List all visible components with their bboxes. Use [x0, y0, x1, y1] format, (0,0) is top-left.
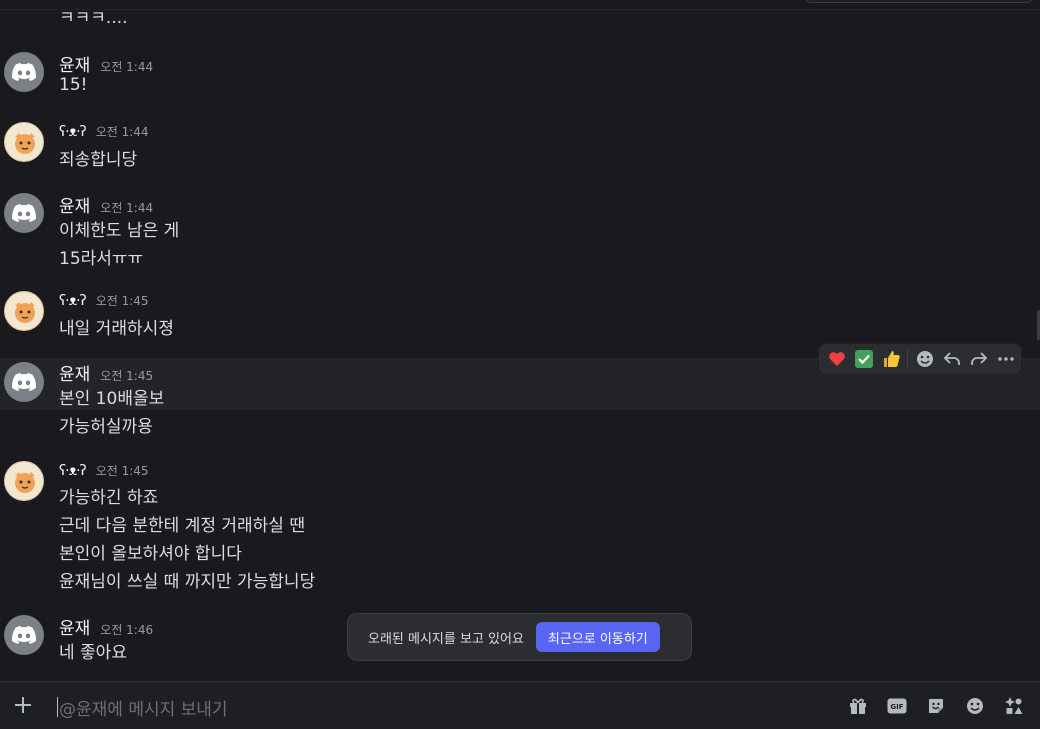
message-text: 이체한도 남은 게: [59, 221, 180, 241]
message-input[interactable]: @윤재에 메시지 보내기: [59, 695, 228, 720]
cat-avatar-icon[interactable]: [4, 291, 44, 331]
timestamp[interactable]: 오전 1:45: [96, 462, 149, 479]
timestamp[interactable]: 오전 1:44: [96, 123, 149, 140]
message-text: ㅋㅋㅋ....: [59, 8, 128, 28]
discord-logo-icon[interactable]: [4, 193, 44, 233]
timestamp[interactable]: 오전 1:44: [100, 199, 153, 216]
message-text: 네 좋아요: [59, 643, 127, 663]
username[interactable]: ʕ·ᴥ·ʔ: [59, 462, 87, 479]
old-messages-notice: 오래된 메시지를 보고 있어요: [368, 631, 524, 647]
message-text: 본인 10배올보: [59, 389, 165, 409]
message-item[interactable]: ʕ·ᴥ·ʔ 오전 1:44 죄송합니당: [0, 117, 1040, 177]
text-cursor: [57, 697, 58, 717]
message-text: 윤재님이 쓰실 때 까지만 가능합니당: [59, 572, 316, 592]
message-header: ʕ·ᴥ·ʔ 오전 1:45: [59, 462, 149, 479]
forward-icon[interactable]: [965, 345, 992, 373]
add-reaction-icon[interactable]: [911, 345, 938, 373]
gif-icon[interactable]: GIF: [885, 694, 909, 718]
sticker-icon[interactable]: [924, 694, 948, 718]
timestamp[interactable]: 오전 1:44: [100, 58, 153, 75]
cat-avatar-icon[interactable]: [4, 461, 44, 501]
username[interactable]: ʕ·ᴥ·ʔ: [59, 123, 87, 140]
username[interactable]: ʕ·ᴥ·ʔ: [59, 292, 87, 309]
more-icon[interactable]: [992, 345, 1019, 373]
message-text: 15라서ㅠㅠ: [59, 249, 144, 269]
message-header: ʕ·ᴥ·ʔ 오전 1:44: [59, 123, 149, 140]
message-item[interactable]: 윤재 오전 1:44 15!: [0, 47, 1040, 107]
username[interactable]: 윤재: [59, 51, 90, 76]
username[interactable]: 윤재: [59, 360, 90, 385]
message-hover-toolbar: [818, 343, 1022, 375]
header-divider: [0, 9, 1040, 10]
username[interactable]: 윤재: [59, 192, 90, 217]
timestamp[interactable]: 오전 1:45: [96, 292, 149, 309]
message-text: 가능하긴 하죠: [59, 488, 159, 508]
gift-icon[interactable]: [846, 694, 870, 718]
reply-icon[interactable]: [938, 345, 965, 373]
message-composer: @윤재에 메시지 보내기 GIF: [0, 681, 1040, 729]
cat-avatar-icon[interactable]: [4, 122, 44, 162]
reaction-thumbs-up-button[interactable]: [877, 345, 904, 373]
jump-to-present-bar: 오래된 메시지를 보고 있어요 최근으로 이동하기: [347, 613, 692, 661]
message-text: 15!: [59, 75, 88, 95]
message-text: 죄송합니당: [59, 150, 138, 170]
discord-logo-icon[interactable]: [4, 362, 44, 402]
emoji-icon[interactable]: [963, 694, 987, 718]
message-header: 윤재 오전 1:45: [59, 360, 153, 385]
message-header: ʕ·ᴥ·ʔ 오전 1:45: [59, 292, 149, 309]
username[interactable]: 윤재: [59, 614, 90, 639]
message-item[interactable]: ʕ·ᴥ·ʔ 오전 1:45 내일 거래하시졍: [0, 286, 1040, 346]
jump-to-present-button[interactable]: 최근으로 이동하기: [535, 622, 660, 652]
search-box-edge[interactable]: [806, 0, 1032, 3]
discord-logo-icon[interactable]: [4, 52, 44, 92]
message-header: 윤재 오전 1:44: [59, 192, 153, 217]
message-item[interactable]: 윤재 오전 1:44 이체한도 남은 게 15라서ㅠㅠ: [0, 188, 1040, 270]
timestamp[interactable]: 오전 1:46: [100, 621, 153, 638]
message-header: 윤재 오전 1:44: [59, 51, 153, 76]
upload-plus-icon[interactable]: [12, 694, 34, 716]
discord-logo-icon[interactable]: [4, 615, 44, 655]
reaction-heart-button[interactable]: [823, 345, 850, 373]
apps-icon[interactable]: [1002, 694, 1026, 718]
message-text: 본인이 올보하셔야 합니다: [59, 544, 242, 564]
composer-tools: GIF: [831, 694, 1026, 718]
message-item[interactable]: ʕ·ᴥ·ʔ 오전 1:45 가능하긴 하죠 근데 다음 분한테 계정 거래하실 …: [0, 456, 1040, 596]
svg-text:GIF: GIF: [890, 703, 903, 711]
message-text: 가능허실까용: [59, 417, 153, 437]
message-text: 근데 다음 분한테 계정 거래하실 땐: [59, 516, 305, 536]
timestamp[interactable]: 오전 1:45: [100, 367, 153, 384]
reaction-check-button[interactable]: [850, 345, 877, 373]
message-header: 윤재 오전 1:46: [59, 614, 153, 639]
message-list[interactable]: ㅋㅋㅋ.... 윤재 오전 1:44 15! ʕ·ᴥ·ʔ 오전 1:44 죄송합…: [0, 0, 1040, 681]
toolbar-divider: [907, 350, 908, 368]
message-text: 내일 거래하시졍: [59, 319, 174, 339]
